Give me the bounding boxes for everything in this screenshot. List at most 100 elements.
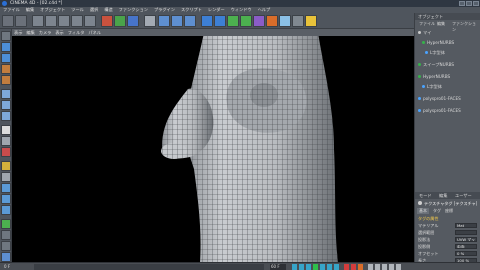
material-field[interactable]: Mat xyxy=(455,223,477,228)
object-row[interactable]: polyspro01-FACES xyxy=(418,95,478,103)
pla-key-icon[interactable] xyxy=(396,264,401,270)
keyframe-selection-icon[interactable] xyxy=(358,264,363,270)
projection-dropdown[interactable]: UVW マッピング xyxy=(455,237,477,242)
side-dropdown[interactable]: 両面 xyxy=(455,244,477,249)
render-settings-icon[interactable] xyxy=(184,15,196,27)
boole-icon[interactable] xyxy=(253,15,265,27)
recent-tools-icon[interactable] xyxy=(84,15,96,27)
sculpt-icon[interactable] xyxy=(1,230,11,240)
render-region-icon[interactable] xyxy=(1,252,11,262)
viewport-menu-display[interactable]: 表示 xyxy=(53,29,65,36)
wireframe-mesh xyxy=(161,33,338,262)
viewport-menu-view[interactable]: 表示 xyxy=(12,29,24,36)
tweak-icon[interactable] xyxy=(1,241,11,251)
rotation-key-icon[interactable] xyxy=(375,264,380,270)
auto-key-icon[interactable] xyxy=(351,264,356,270)
window-title: CINEMA 4D - [02.c4d *] xyxy=(10,1,63,6)
array-icon[interactable] xyxy=(240,15,252,27)
attr-tab-user[interactable]: ユーザー xyxy=(455,192,472,199)
undo-icon[interactable] xyxy=(2,15,14,27)
x-axis-icon[interactable] xyxy=(101,15,113,27)
deformer-icon[interactable] xyxy=(266,15,278,27)
subdivision-icon[interactable] xyxy=(227,15,239,27)
param-key-icon[interactable] xyxy=(389,264,394,270)
selection-property: 選択範囲 xyxy=(418,229,478,236)
object-row[interactable]: L字型体 xyxy=(418,49,478,57)
points-mode-icon[interactable] xyxy=(1,89,11,99)
texture-axis-icon[interactable] xyxy=(1,75,11,85)
rotate-icon[interactable] xyxy=(71,15,83,27)
environment-icon[interactable] xyxy=(279,15,291,27)
attr-tab-coords[interactable]: 座標 xyxy=(443,208,455,214)
object-row[interactable]: polyspro01-FACES xyxy=(418,107,478,115)
cube-icon[interactable] xyxy=(201,15,213,27)
y-axis-icon[interactable] xyxy=(114,15,126,27)
polygon-object-icon xyxy=(418,97,421,100)
snap-icon[interactable] xyxy=(1,147,11,157)
texture-tag-icon xyxy=(418,201,422,205)
selection-field[interactable] xyxy=(455,230,477,235)
render-picture-viewer-icon[interactable] xyxy=(171,15,183,27)
move-icon[interactable] xyxy=(45,15,57,27)
next-frame-icon[interactable] xyxy=(320,264,325,270)
pen-icon[interactable] xyxy=(214,15,226,27)
checker-icon[interactable] xyxy=(1,125,11,135)
play-icon[interactable] xyxy=(313,264,318,270)
record-icon[interactable] xyxy=(344,264,349,270)
edges-mode-icon[interactable] xyxy=(1,100,11,110)
object-row[interactable]: スイープNURBS xyxy=(418,61,478,69)
attr-tab-edit[interactable]: 編集 xyxy=(439,192,447,199)
viewport-menu-filter[interactable]: フィルタ xyxy=(66,29,87,36)
world-coordinates-icon[interactable] xyxy=(144,15,156,27)
live-selection-icon[interactable] xyxy=(32,15,44,27)
polygons-mode-icon[interactable] xyxy=(1,111,11,121)
prev-frame-icon[interactable] xyxy=(306,264,311,270)
material-property: マテリアル Mat xyxy=(418,222,478,229)
viewport-menu-edit[interactable]: 編集 xyxy=(24,29,36,36)
object-row[interactable]: L字型体 xyxy=(418,83,478,91)
close-button[interactable] xyxy=(473,1,479,6)
object-tab-edit[interactable]: 編集 xyxy=(435,21,447,27)
workplane-icon[interactable] xyxy=(1,136,11,146)
object-icon xyxy=(418,31,421,34)
next-key-icon[interactable] xyxy=(327,264,332,270)
goto-start-icon[interactable] xyxy=(292,264,297,270)
position-key-icon[interactable] xyxy=(368,264,373,270)
bridge-icon[interactable] xyxy=(1,194,11,204)
knife-icon[interactable] xyxy=(1,172,11,182)
scale-key-icon[interactable] xyxy=(382,264,387,270)
viewport-menu-panel[interactable]: パネル xyxy=(86,29,103,36)
prev-key-icon[interactable] xyxy=(299,264,304,270)
make-editable-icon[interactable] xyxy=(1,31,11,41)
object-mode-icon[interactable] xyxy=(1,53,11,63)
viewport-menu-camera[interactable]: カメラ xyxy=(37,29,54,36)
light-icon[interactable] xyxy=(305,15,317,27)
viewport[interactable] xyxy=(12,29,414,262)
hypernurbs-weight-icon[interactable] xyxy=(1,219,11,229)
extrude-icon[interactable] xyxy=(1,183,11,193)
attr-tab-tag[interactable]: タグ xyxy=(431,208,443,214)
texture-mode-icon[interactable] xyxy=(1,64,11,74)
attribute-object-label: テクスチャタグ [テクスチャ] xyxy=(418,200,478,207)
weld-icon[interactable] xyxy=(1,205,11,215)
minimize-button[interactable] xyxy=(459,1,465,6)
magnet-icon[interactable] xyxy=(1,161,11,171)
object-row[interactable]: HyperNURBS xyxy=(418,39,478,47)
redo-icon[interactable] xyxy=(15,15,27,27)
object-tab-file[interactable]: ファイル xyxy=(417,21,437,27)
goto-end-icon[interactable] xyxy=(334,264,339,270)
timeline-scrubber[interactable] xyxy=(34,264,264,270)
maximize-button[interactable] xyxy=(466,1,472,6)
object-row[interactable]: HyperNURBS xyxy=(418,73,478,81)
offset-field[interactable]: 0 % xyxy=(455,251,477,256)
attr-tab-mode[interactable]: モード xyxy=(419,192,432,199)
model-mode-icon[interactable] xyxy=(1,42,11,52)
render-view-icon[interactable] xyxy=(158,15,170,27)
frame-field[interactable]: 60 F xyxy=(270,264,286,270)
object-tab-functions[interactable]: ファンクション xyxy=(450,21,480,32)
attr-tab-basic[interactable]: 基本 xyxy=(417,208,429,214)
camera-icon[interactable] xyxy=(292,15,304,27)
z-axis-icon[interactable] xyxy=(127,15,139,27)
scale-icon[interactable] xyxy=(58,15,70,27)
object-row[interactable]: マイ xyxy=(418,29,478,37)
